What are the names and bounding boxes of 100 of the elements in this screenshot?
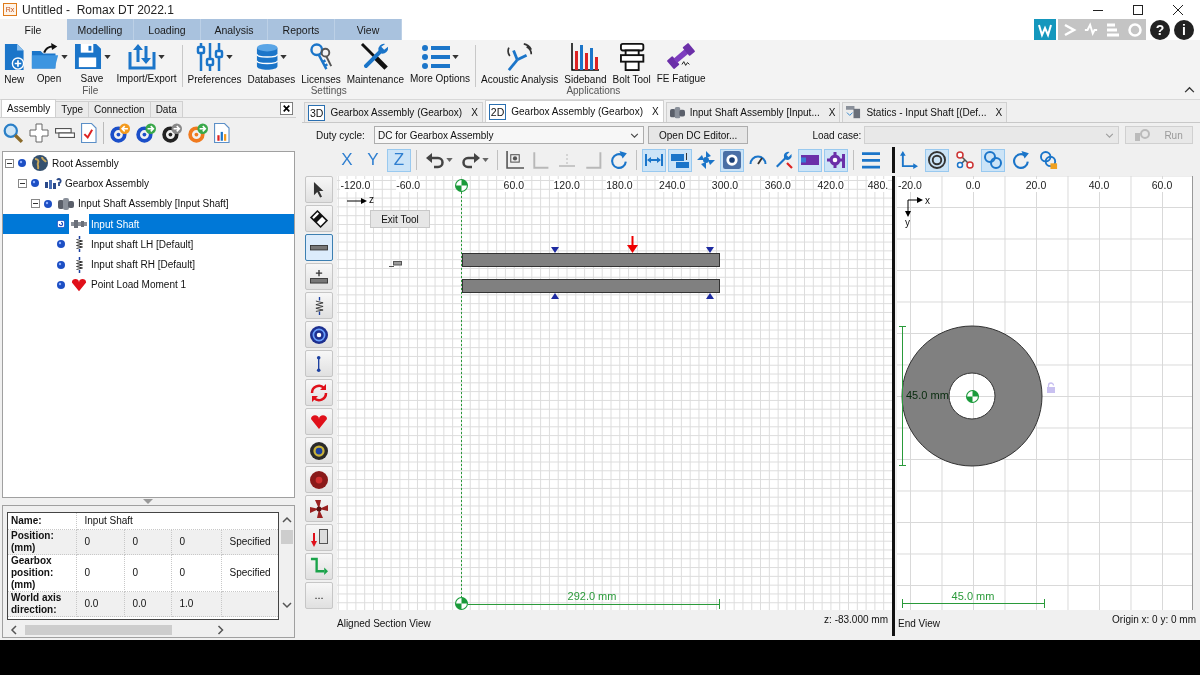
tree-item[interactable]: Input Shaft Assembly [Input Shaft] — [3, 193, 294, 214]
plus-outline-icon[interactable] — [29, 123, 49, 143]
folder-arrow-icon — [30, 43, 59, 70]
ribbon-button[interactable]: Databases — [245, 43, 298, 84]
tree-item[interactable]: Root Assembly — [3, 153, 294, 174]
exit-tool-button[interactable]: Exit Tool — [370, 210, 430, 228]
bearing-ring-icon — [310, 441, 328, 460]
bearing-triangle[interactable] — [551, 293, 559, 299]
toolbar-button[interactable]: X — [335, 148, 359, 172]
scroll-down-icon[interactable] — [282, 602, 292, 608]
tool-button[interactable] — [305, 437, 333, 464]
tree-item[interactable]: Point Load Moment 1 — [3, 274, 294, 296]
ribbon-tab[interactable]: Analysis — [201, 19, 268, 40]
tree-item[interactable]: Input Shaft — [3, 213, 294, 235]
ribbon-button[interactable]: Preferences — [185, 43, 244, 84]
duty-cycle-dropdown[interactable]: DC for Gearbox Assembly — [374, 126, 644, 144]
ribbon-button[interactable]: Save — [71, 43, 113, 84]
tool-button[interactable] — [305, 292, 333, 319]
toolbar-button[interactable] — [953, 148, 977, 172]
logo-glyph-icon — [1038, 23, 1052, 36]
collapse-box-icon[interactable] — [31, 199, 40, 209]
tab-close-button[interactable]: X — [652, 106, 659, 117]
report-document-icon[interactable] — [213, 123, 230, 143]
bearing-triangle[interactable] — [551, 247, 559, 253]
toolbar-button[interactable] — [798, 148, 822, 172]
ribbon-button[interactable]: Open — [28, 43, 70, 84]
open-dc-editor-button[interactable]: Open DC Editor... — [648, 126, 749, 144]
screwdriver-wrench-icon — [361, 43, 390, 71]
section-view-canvas[interactable]: -120.0 -60.0 60.0 120.0 180.0 240.0 300.0 360.0 420.0 480. z Exit Tool 292.0 mm — [337, 176, 892, 610]
scroll-thumb[interactable] — [25, 625, 172, 635]
panel-tab[interactable]: Assembly — [1, 99, 57, 117]
info-button[interactable]: i — [1174, 19, 1194, 40]
tool-button[interactable] — [305, 495, 333, 522]
rotate-arrows-icon — [310, 383, 328, 402]
close-icon[interactable] — [1173, 4, 1183, 15]
collapse-box-icon[interactable] — [18, 178, 27, 188]
ribbon-tab[interactable]: Modelling — [67, 19, 134, 40]
end-view-canvas[interactable]: -20.0 0.0 20.0 40.0 60.0 x y 45.0 mm 45.0 mm — [897, 176, 1193, 610]
tool-button[interactable] — [305, 321, 333, 348]
scroll-left-icon[interactable] — [11, 625, 17, 635]
document-tab[interactable]: Statics - Input Shaft [(Def... X — [842, 102, 1008, 122]
tab-close-button[interactable]: X — [828, 107, 836, 118]
stacked-bars-icon[interactable] — [55, 128, 75, 138]
arrow-panel-icon — [310, 528, 328, 547]
tool-button[interactable] — [305, 176, 333, 203]
scroll-up-icon[interactable] — [282, 517, 292, 523]
document-tab[interactable]: 2D Gearbox Assembly (Gearbox) X — [484, 100, 664, 122]
tool-button[interactable] — [305, 234, 333, 261]
close-icon[interactable] — [280, 102, 293, 115]
ribbon-button[interactable]: Bolt Tool — [610, 43, 653, 84]
load-arrow[interactable] — [627, 235, 638, 253]
tool-button[interactable]: ... — [305, 582, 333, 609]
tool-button[interactable] — [305, 263, 333, 290]
ribbon-button[interactable]: FE Fatigue — [654, 43, 708, 84]
ribbon-button[interactable]: Licenses — [299, 43, 343, 84]
panel-tab[interactable]: Connection — [88, 101, 151, 117]
tool-button[interactable] — [305, 205, 333, 232]
bearing-icon — [723, 151, 741, 169]
list-icon — [421, 44, 450, 69]
quick-access-button[interactable] — [1034, 19, 1056, 40]
ribbon-button[interactable]: New — [2, 43, 27, 84]
document-check-icon[interactable] — [81, 123, 97, 143]
property-value: 1.0 — [171, 591, 221, 617]
tool-button[interactable] — [305, 350, 333, 377]
tab-close-button[interactable]: X — [995, 107, 1003, 118]
shaft-section-ring[interactable] — [901, 325, 1043, 467]
ribbon-tab[interactable]: View — [335, 19, 402, 40]
maximize-icon[interactable] — [1133, 4, 1143, 15]
ribbon-tab[interactable]: Reports — [268, 19, 335, 40]
collapse-chevron-icon[interactable] — [1184, 86, 1195, 93]
collapse-box-icon[interactable] — [5, 158, 14, 168]
tree-item[interactable]: Gearbox Assembly — [3, 173, 294, 194]
panel-tab[interactable]: Type — [55, 101, 90, 117]
ribbon-button[interactable]: Sideband — [562, 43, 609, 84]
view-name: End View — [898, 617, 941, 629]
tab-close-button[interactable]: X — [471, 107, 478, 118]
tree-item[interactable]: Input shaft LH [Default] — [3, 234, 294, 255]
ribbon-button[interactable]: Maintenance — [344, 43, 406, 84]
ribbon-button[interactable]: Acoustic Analysis — [479, 43, 561, 84]
bearing-triangle[interactable] — [706, 247, 714, 253]
tree-item[interactable]: Input shaft RH [Default] — [3, 254, 294, 275]
bearing-triangle[interactable] — [706, 293, 714, 299]
toolbar-button[interactable] — [720, 148, 744, 172]
toolbar-button[interactable] — [824, 148, 848, 172]
document-tab[interactable]: 3D Gearbox Assembly (Gearbox) X — [304, 102, 483, 122]
search-icon[interactable] — [3, 123, 23, 143]
panel-tab[interactable]: Data — [149, 101, 183, 117]
view-badge: 2D — [488, 103, 507, 120]
scroll-thumb[interactable] — [281, 530, 293, 544]
ribbon-button[interactable]: More Options — [408, 43, 473, 84]
ribbon-tab[interactable]: File — [0, 19, 67, 40]
help-button[interactable]: ? — [1150, 19, 1170, 40]
document-tab[interactable]: Input Shaft Assembly [Input... X — [665, 102, 841, 122]
tool-button[interactable] — [305, 466, 333, 493]
ribbon-button[interactable]: Import/Export — [114, 43, 179, 84]
ribbon-tab[interactable]: Loading — [134, 19, 201, 40]
toolbar-button[interactable]: Y — [361, 148, 385, 172]
ruler-label: 360.0 — [764, 179, 791, 192]
tool-button[interactable] — [305, 524, 333, 551]
toolbar-button[interactable] — [925, 148, 949, 172]
